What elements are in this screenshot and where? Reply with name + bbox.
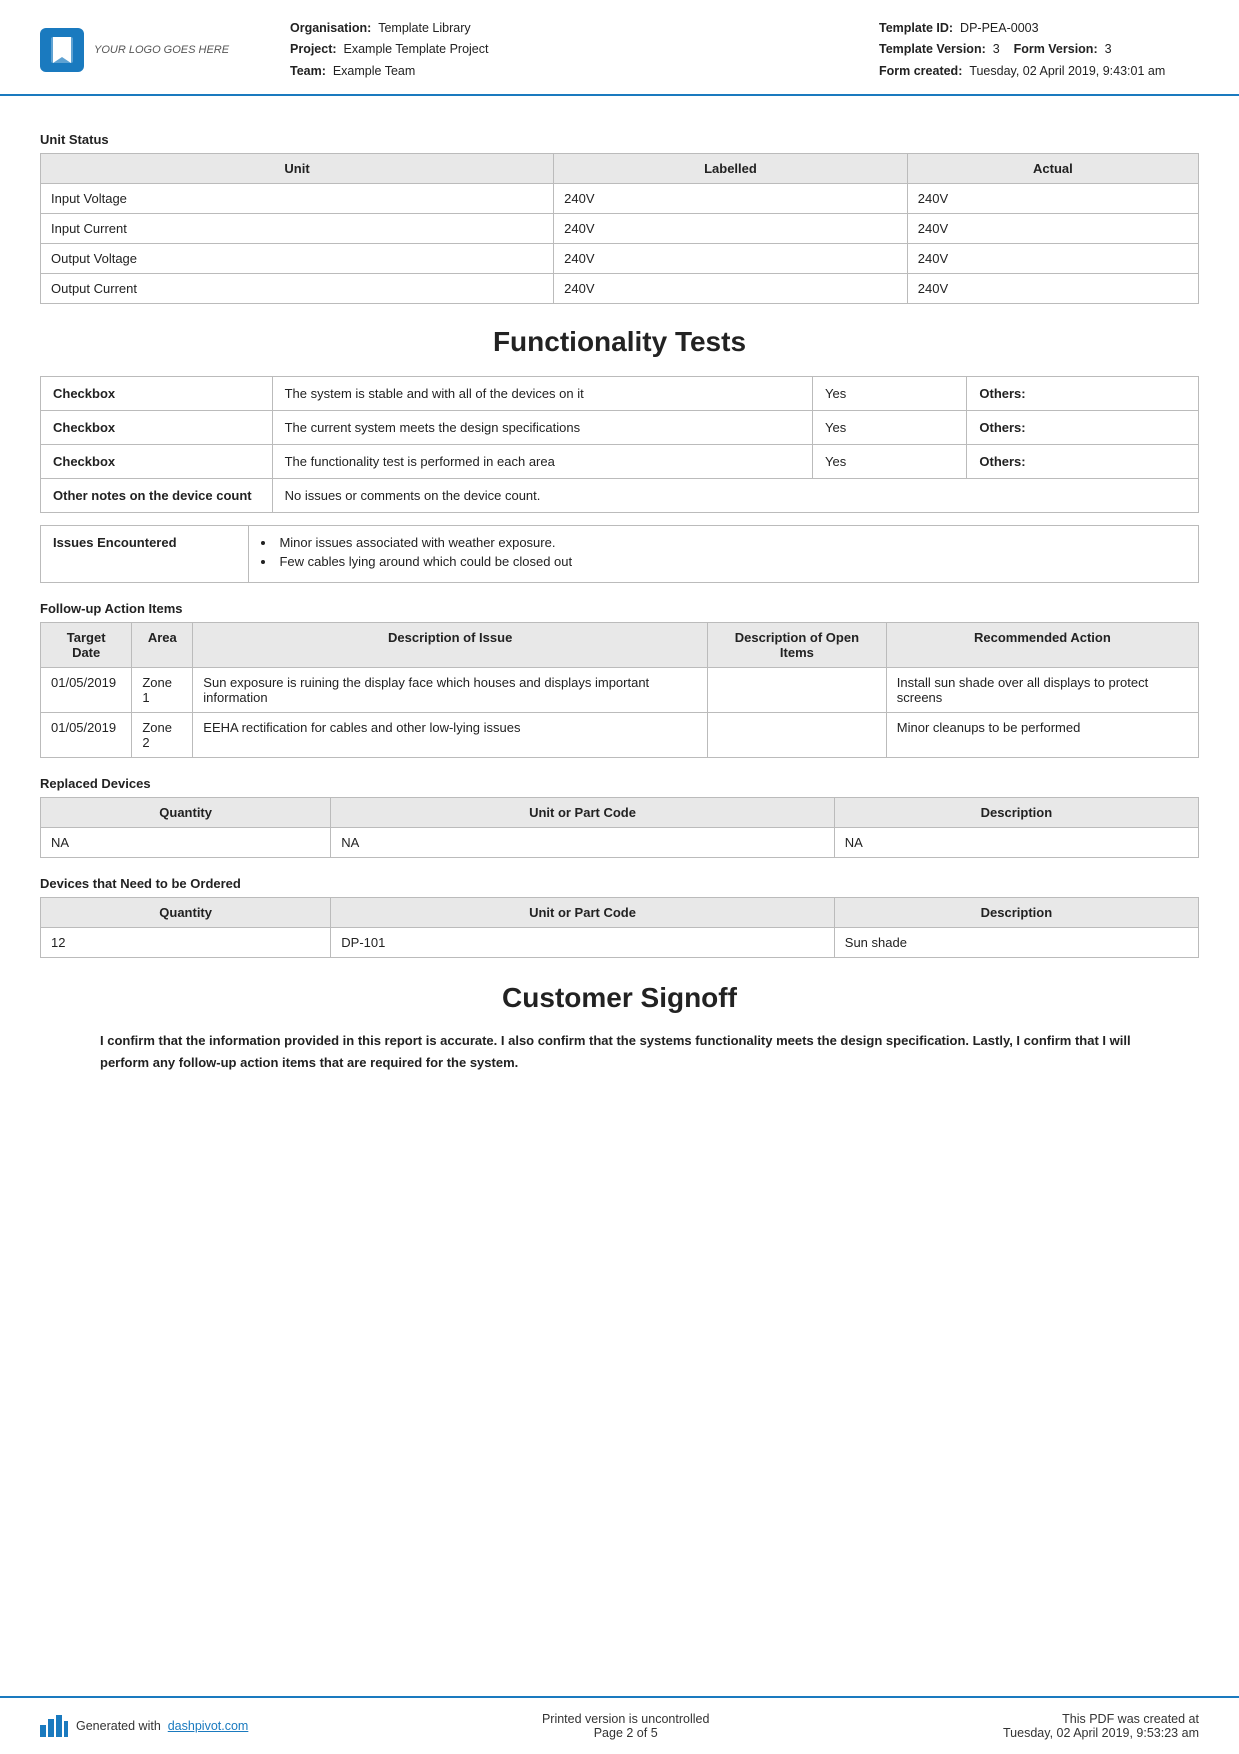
form-created-label: Form created: bbox=[879, 64, 962, 78]
org-value: Template Library bbox=[378, 21, 470, 35]
customer-signoff-heading: Customer Signoff bbox=[40, 982, 1199, 1014]
form-version-value: 3 bbox=[1105, 42, 1112, 56]
header: YOUR LOGO GOES HERE Organisation: Templa… bbox=[0, 0, 1239, 96]
table-row: NANANA bbox=[41, 827, 1199, 857]
header-right: Template ID: DP-PEA-0003 Template Versio… bbox=[879, 18, 1199, 82]
footer-created-value: Tuesday, 02 April 2019, 9:53:23 am bbox=[1003, 1726, 1199, 1740]
table-row: Input Current240V240V bbox=[41, 213, 1199, 243]
followup-label: Follow-up Action Items bbox=[40, 601, 1199, 616]
unit-status-table: Unit Labelled Actual Input Voltage240V24… bbox=[40, 153, 1199, 304]
footer-generated-text: Generated with dashpivot.com bbox=[76, 1719, 248, 1733]
replaced-devices-table: QuantityUnit or Part CodeDescription NAN… bbox=[40, 797, 1199, 858]
table-row: CheckboxThe functionality test is perfor… bbox=[41, 444, 1199, 478]
template-version-value: 3 bbox=[993, 42, 1000, 56]
footer-uncontrolled: Printed version is uncontrolled bbox=[542, 1712, 709, 1726]
logo-icon bbox=[40, 28, 84, 72]
footer-link[interactable]: dashpivot.com bbox=[168, 1719, 249, 1733]
table-row: CheckboxThe current system meets the des… bbox=[41, 410, 1199, 444]
devices-to-order-table: QuantityUnit or Part CodeDescription 12D… bbox=[40, 897, 1199, 958]
footer-center: Printed version is uncontrolled Page 2 o… bbox=[542, 1712, 709, 1740]
list-item: Minor issues associated with weather exp… bbox=[261, 535, 1186, 550]
table-row: 01/05/2019Zone 2EEHA rectification for c… bbox=[41, 712, 1199, 757]
footer: Generated with dashpivot.com Printed ver… bbox=[0, 1696, 1239, 1754]
logo-area: YOUR LOGO GOES HERE bbox=[40, 28, 260, 72]
table-row: Output Voltage240V240V bbox=[41, 243, 1199, 273]
table-row: Input Voltage240V240V bbox=[41, 183, 1199, 213]
table-row: CheckboxThe system is stable and with al… bbox=[41, 376, 1199, 410]
footer-right: This PDF was created at Tuesday, 02 Apri… bbox=[1003, 1712, 1199, 1740]
table-row: 12DP-101Sun shade bbox=[41, 927, 1199, 957]
devices-to-order-label: Devices that Need to be Ordered bbox=[40, 876, 1199, 891]
project-label: Project: bbox=[290, 42, 337, 56]
unit-status-label: Unit Status bbox=[40, 132, 1199, 147]
footer-page: Page 2 of 5 bbox=[542, 1726, 709, 1740]
template-id-value: DP-PEA-0003 bbox=[960, 21, 1039, 35]
functionality-tests-table: CheckboxThe system is stable and with al… bbox=[40, 376, 1199, 513]
footer-left: Generated with dashpivot.com bbox=[40, 1715, 248, 1737]
table-row: Other notes on the device countNo issues… bbox=[41, 478, 1199, 512]
functionality-tests-heading: Functionality Tests bbox=[40, 326, 1199, 358]
replaced-devices-label: Replaced Devices bbox=[40, 776, 1199, 791]
unit-status-col-labelled: Labelled bbox=[554, 153, 908, 183]
issues-list: Minor issues associated with weather exp… bbox=[261, 535, 1186, 569]
issues-table: Issues Encountered Minor issues associat… bbox=[40, 525, 1199, 583]
form-created-value: Tuesday, 02 April 2019, 9:43:01 am bbox=[969, 64, 1165, 78]
team-label: Team: bbox=[290, 64, 326, 78]
project-value: Example Template Project bbox=[344, 42, 489, 56]
issues-content: Minor issues associated with weather exp… bbox=[249, 525, 1199, 582]
logo-text: YOUR LOGO GOES HERE bbox=[94, 44, 229, 56]
footer-created-label: This PDF was created at bbox=[1003, 1712, 1199, 1726]
customer-signoff-text: I confirm that the information provided … bbox=[40, 1030, 1199, 1074]
main-content: Unit Status Unit Labelled Actual Input V… bbox=[0, 96, 1239, 1194]
followup-table: Target DateAreaDescription of IssueDescr… bbox=[40, 622, 1199, 758]
team-value: Example Team bbox=[333, 64, 415, 78]
header-meta: Organisation: Template Library Project: … bbox=[260, 18, 879, 82]
unit-status-col-actual: Actual bbox=[907, 153, 1198, 183]
table-row: 01/05/2019Zone 1Sun exposure is ruining … bbox=[41, 667, 1199, 712]
issues-label: Issues Encountered bbox=[41, 525, 249, 582]
dashpivot-icon bbox=[40, 1715, 68, 1737]
form-version-label: Form Version: bbox=[1014, 42, 1098, 56]
list-item: Few cables lying around which could be c… bbox=[261, 554, 1186, 569]
unit-status-col-unit: Unit bbox=[41, 153, 554, 183]
template-id-label: Template ID: bbox=[879, 21, 953, 35]
org-label: Organisation: bbox=[290, 21, 371, 35]
template-version-label: Template Version: bbox=[879, 42, 986, 56]
table-row: Output Current240V240V bbox=[41, 273, 1199, 303]
